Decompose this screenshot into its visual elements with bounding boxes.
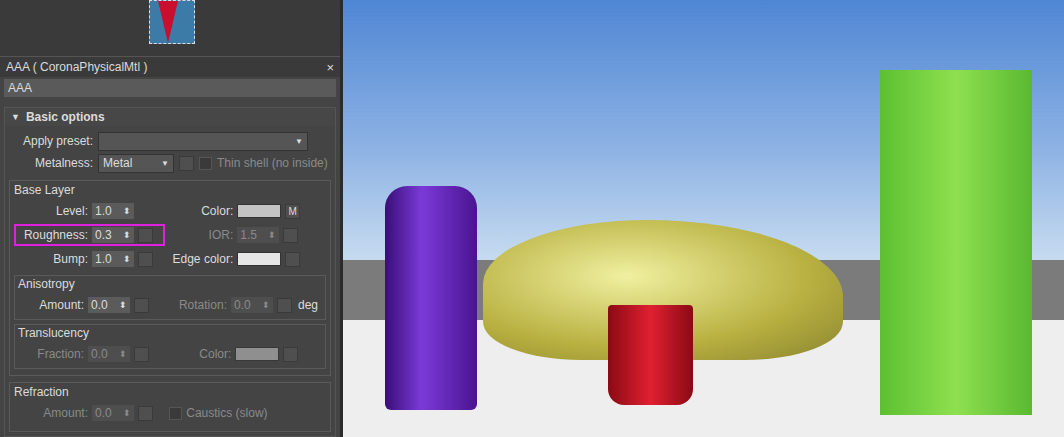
param-label: Edge color: bbox=[169, 252, 233, 266]
param-label: IOR: bbox=[169, 228, 233, 242]
map-slot[interactable] bbox=[283, 347, 298, 362]
param: Edge color: bbox=[165, 249, 326, 270]
spinner[interactable]: 1.0⬍ bbox=[92, 251, 134, 267]
editor-title: AAA ( CoronaPhysicalMtl ) bbox=[6, 60, 147, 74]
spinner[interactable]: 0.0⬍ bbox=[88, 297, 130, 313]
expand-icon: ▼ bbox=[11, 112, 20, 122]
subgroup: Translucency Fraction: 0.0⬍ Color: bbox=[14, 324, 326, 369]
param-label: Color: bbox=[169, 347, 231, 361]
preset-dropdown[interactable]: ▼ bbox=[98, 132, 308, 151]
map-slot[interactable] bbox=[277, 298, 292, 313]
render-image bbox=[343, 0, 1064, 437]
slot-strip bbox=[0, 0, 340, 56]
thin-shell-label: Thin shell (no inside) bbox=[217, 156, 328, 170]
metalness-row: Metalness: Metal▼ Thin shell (no inside) bbox=[9, 152, 331, 174]
map-slot[interactable] bbox=[179, 156, 194, 171]
param-label: Bump: bbox=[18, 252, 88, 266]
preset-row: Apply preset: ▼ bbox=[9, 130, 331, 152]
rollout-header[interactable]: ▼ Basic options bbox=[5, 108, 335, 126]
param-label: Rotation: bbox=[165, 298, 227, 312]
spinner[interactable]: 1.5⬍ bbox=[237, 227, 279, 243]
param-row: Bump: 1.0⬍ Edge color: bbox=[14, 247, 326, 271]
bottle-shape bbox=[385, 186, 477, 410]
spinner[interactable]: 0.0⬍ bbox=[231, 297, 273, 313]
map-slot[interactable] bbox=[138, 252, 153, 267]
thin-shell-checkbox[interactable] bbox=[199, 157, 212, 170]
color-swatch[interactable] bbox=[235, 347, 279, 361]
map-slot[interactable] bbox=[285, 252, 300, 267]
group-title: Base Layer bbox=[14, 183, 326, 197]
material-slot-icon[interactable] bbox=[149, 0, 195, 44]
param-label: Fraction: bbox=[22, 347, 84, 361]
param: IOR: 1.5⬍ bbox=[165, 224, 326, 246]
material-editor: AAA ( CoronaPhysicalMtl ) × AAA ▼ Basic opti… bbox=[0, 0, 343, 437]
preset-label: Apply preset: bbox=[9, 134, 93, 148]
color-swatch[interactable] bbox=[237, 204, 281, 218]
param-label: Level: bbox=[18, 204, 88, 218]
close-button[interactable]: × bbox=[326, 60, 334, 75]
group-title: Translucency bbox=[18, 326, 322, 340]
param: Caustics (slow) bbox=[165, 403, 326, 423]
map-slot[interactable] bbox=[138, 228, 153, 243]
param: Rotation: 0.0⬍ deg bbox=[161, 294, 322, 316]
map-slot[interactable] bbox=[283, 228, 298, 243]
material-name-field[interactable]: AAA bbox=[4, 79, 336, 97]
caustics-checkbox[interactable] bbox=[169, 407, 182, 420]
map-slot[interactable] bbox=[138, 406, 153, 421]
spinner[interactable]: 0.0⬍ bbox=[88, 346, 130, 362]
param: Fraction: 0.0⬍ bbox=[18, 343, 165, 365]
param: Bump: 1.0⬍ bbox=[14, 248, 165, 270]
param-label: Roughness: bbox=[18, 228, 88, 242]
map-slot[interactable]: M bbox=[285, 204, 300, 219]
param: Color: M bbox=[165, 201, 326, 222]
metalness-dropdown[interactable]: Metal▼ bbox=[98, 154, 174, 173]
param-label: Amount: bbox=[18, 406, 88, 420]
group-title: Refraction bbox=[14, 385, 326, 399]
spinner[interactable]: 0.0⬍ bbox=[92, 405, 134, 421]
param: Amount: 0.0⬍ bbox=[14, 402, 165, 424]
refraction-group: Refraction Amount: 0.0⬍ Caustics (slow) bbox=[9, 382, 331, 432]
base-layer-group: Base Layer Level: 1.0⬍ Color: M Roughness: 0.3… bbox=[9, 180, 331, 376]
param-label: Color: bbox=[169, 204, 233, 218]
basic-options-rollout: ▼Basic optionsApply preset:▼Metalness:Me… bbox=[4, 107, 336, 437]
spinner[interactable]: 0.3⬍ bbox=[92, 227, 134, 243]
unit-label: deg bbox=[298, 298, 318, 312]
param-row: Roughness: 0.3⬍ IOR: 1.5⬍ bbox=[14, 223, 326, 247]
group-title: Anisotropy bbox=[18, 277, 322, 291]
color-swatch[interactable] bbox=[237, 252, 281, 266]
param: Level: 1.0⬍ bbox=[14, 200, 165, 222]
block-shape bbox=[880, 70, 1032, 415]
metalness-label: Metalness: bbox=[9, 156, 93, 170]
mug-shape bbox=[608, 305, 693, 405]
editor-title-bar: AAA ( CoronaPhysicalMtl ) × bbox=[0, 56, 340, 77]
rollout-title: Basic options bbox=[26, 110, 105, 124]
param-label: Amount: bbox=[22, 298, 84, 312]
spinner[interactable]: 1.0⬍ bbox=[92, 203, 134, 219]
param: Amount: 0.0⬍ bbox=[18, 294, 161, 316]
param: Roughness: 0.3⬍ bbox=[14, 224, 165, 246]
map-slot[interactable] bbox=[134, 347, 149, 362]
param-row: Level: 1.0⬍ Color: M bbox=[14, 199, 326, 223]
subgroup: Anisotropy Amount: 0.0⬍ Rotation: 0.0⬍ deg bbox=[14, 275, 326, 320]
param-label: Caustics (slow) bbox=[186, 406, 267, 420]
app: AAA ( CoronaPhysicalMtl ) × AAA ▼ Basic opti… bbox=[0, 0, 1064, 437]
param: Color: bbox=[165, 344, 322, 365]
map-slot[interactable] bbox=[134, 298, 149, 313]
